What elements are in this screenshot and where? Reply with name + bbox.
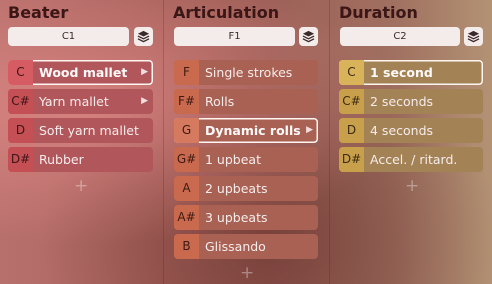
note-label: B (174, 234, 199, 259)
item-label: Wood mallet (39, 65, 128, 80)
duration-add-button[interactable]: + (405, 176, 419, 196)
beater-title: Beater (8, 3, 69, 22)
chevron-right-icon: ▶ (141, 67, 148, 77)
item-label: 1 upbeat (205, 152, 261, 167)
beater-item-soft-yarn-mallet[interactable]: D Soft yarn mallet (8, 118, 153, 143)
note-label: A# (174, 205, 199, 230)
duration-key-selector[interactable]: C2 (340, 27, 460, 46)
duration-item-2-seconds[interactable]: C# 2 seconds (339, 89, 483, 114)
note-label: G (174, 118, 199, 143)
item-label: Soft yarn mallet (39, 123, 139, 138)
duration-column: Duration C2 C 1 second C# 2 seconds D 4 … (331, 0, 492, 284)
item-label: 4 seconds (370, 123, 434, 138)
item-label: Yarn mallet (39, 94, 109, 109)
beater-key-selector[interactable]: C1 (8, 27, 129, 46)
beater-item-rubber[interactable]: D# Rubber (8, 147, 153, 172)
beater-item-wood-mallet[interactable]: C Wood mallet ▶ (8, 60, 153, 85)
column-divider (329, 0, 330, 284)
articulation-item-1-upbeat[interactable]: G# 1 upbeat (174, 147, 318, 172)
beater-column: Beater C1 C Wood mallet ▶ C# Yarn mallet… (0, 0, 163, 284)
articulation-item-glissando[interactable]: B Glissando (174, 234, 318, 259)
note-label: A (174, 176, 199, 201)
item-label: Single strokes (205, 65, 293, 80)
duration-layers-button[interactable] (464, 27, 483, 46)
layers-icon (137, 30, 150, 43)
articulation-item-dynamic-rolls[interactable]: G Dynamic rolls ▶ (174, 118, 318, 143)
articulation-item-single-strokes[interactable]: F Single strokes (174, 60, 318, 85)
note-label: F (174, 60, 199, 85)
item-label: Rubber (39, 152, 84, 167)
note-label: C (339, 60, 364, 85)
item-label: Glissando (205, 239, 266, 254)
item-label: 1 second (370, 65, 433, 80)
articulation-column: Articulation F1 F Single strokes F# Roll… (165, 0, 328, 284)
beater-add-button[interactable]: + (74, 176, 88, 196)
articulation-item-3-upbeats[interactable]: A# 3 upbeats (174, 205, 318, 230)
note-label: F# (174, 89, 199, 114)
duration-title: Duration (339, 3, 418, 22)
note-label: D# (339, 147, 364, 172)
item-label: 3 upbeats (205, 210, 268, 225)
layers-icon (302, 30, 315, 43)
chevron-right-icon: ▶ (141, 96, 148, 106)
item-label: Rolls (205, 94, 235, 109)
articulation-add-button[interactable]: + (240, 263, 254, 283)
beater-layers-button[interactable] (134, 27, 153, 46)
beater-item-yarn-mallet[interactable]: C# Yarn mallet ▶ (8, 89, 153, 114)
articulation-item-2-upbeats[interactable]: A 2 upbeats (174, 176, 318, 201)
item-label: 2 upbeats (205, 181, 268, 196)
note-label: D (339, 118, 364, 143)
note-label: C (8, 60, 33, 85)
articulation-item-rolls[interactable]: F# Rolls (174, 89, 318, 114)
note-label: C# (339, 89, 364, 114)
note-label: D# (8, 147, 33, 172)
item-label: 2 seconds (370, 94, 434, 109)
duration-item-4-seconds[interactable]: D 4 seconds (339, 118, 483, 143)
note-label: G# (174, 147, 199, 172)
layers-icon (467, 30, 480, 43)
item-label: Dynamic rolls (205, 123, 301, 138)
column-divider (163, 0, 164, 284)
duration-item-accel-ritard[interactable]: D# Accel. / ritard. (339, 147, 483, 172)
note-label: D (8, 118, 33, 143)
item-label: Accel. / ritard. (370, 152, 458, 167)
articulation-layers-button[interactable] (299, 27, 318, 46)
articulation-title: Articulation (173, 3, 280, 22)
duration-item-1-second[interactable]: C 1 second (339, 60, 483, 85)
note-label: C# (8, 89, 33, 114)
chevron-right-icon: ▶ (306, 125, 313, 135)
articulation-key-selector[interactable]: F1 (174, 27, 295, 46)
